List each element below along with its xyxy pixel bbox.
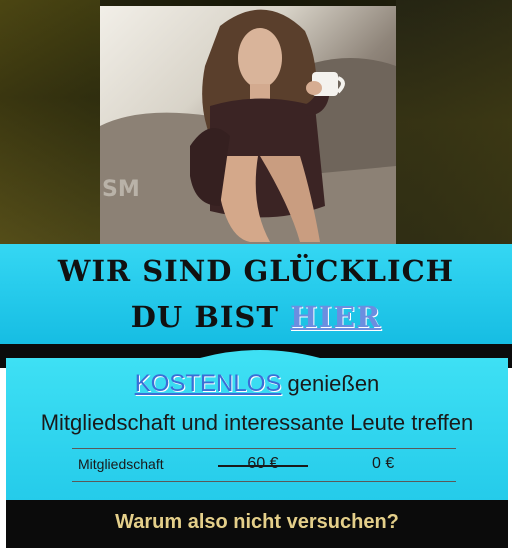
offer-line-1: KOSTENLOS genießen bbox=[6, 370, 508, 398]
price-row: Mitgliedschaft 60 € 0 € bbox=[72, 448, 456, 482]
headline-prefix: DU BIST bbox=[130, 300, 279, 334]
cta-footer[interactable]: Warum also nicht versuchen? bbox=[6, 500, 508, 548]
photo-illustration: SM bbox=[100, 9, 396, 244]
hero-blurred-right bbox=[396, 0, 512, 244]
free-highlight-link[interactable]: KOSTENLOS bbox=[135, 370, 282, 397]
new-price: 0 € bbox=[372, 455, 395, 472]
offer-line-1-rest: genießen bbox=[287, 371, 380, 396]
svg-text:SM: SM bbox=[102, 177, 140, 202]
offer-panel: KOSTENLOS genießen Mitgliedschaft und in… bbox=[6, 358, 508, 500]
headline-line-2: DU BIST HIER bbox=[0, 300, 512, 334]
price-label: Mitgliedschaft bbox=[78, 456, 164, 472]
old-price: 60 € bbox=[247, 455, 279, 472]
headline-highlight-link[interactable]: HIER bbox=[290, 300, 381, 334]
woman-with-cup-photo: SM bbox=[100, 6, 396, 244]
hero-section: SM bbox=[0, 0, 512, 244]
headline-banner: WIR SIND GLÜCKLICH DU BIST HIER bbox=[0, 244, 512, 344]
cta-text[interactable]: Warum also nicht versuchen? bbox=[6, 511, 508, 534]
offer-line-2: Mitgliedschaft und interessante Leute tr… bbox=[40, 410, 474, 435]
headline-line-1: WIR SIND GLÜCKLICH bbox=[57, 254, 455, 288]
old-price-strike bbox=[218, 465, 308, 467]
hero-blurred-left bbox=[0, 0, 100, 244]
